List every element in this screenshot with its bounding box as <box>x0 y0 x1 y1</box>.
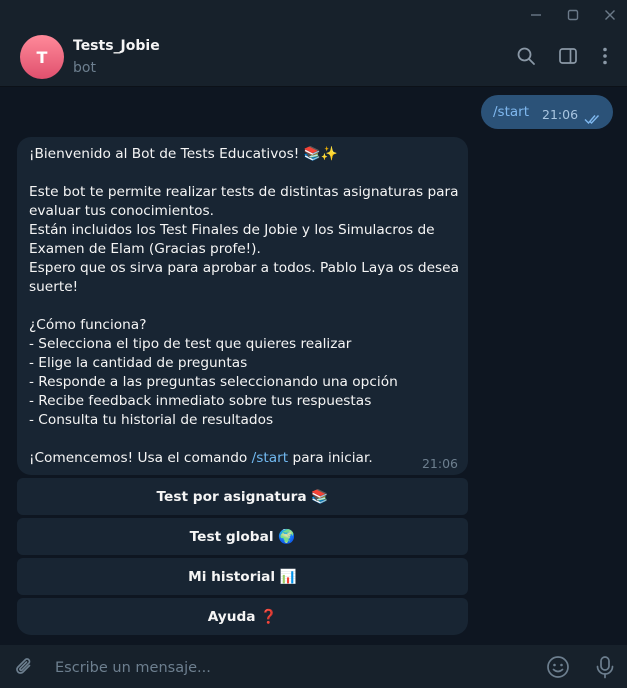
message-line: - Consulta tu historial de resultados <box>29 412 274 428</box>
paperclip-icon[interactable] <box>13 655 37 679</box>
incoming-message[interactable]: ¡Bienvenido al Bot de Tests Educativos! … <box>17 137 468 475</box>
message-time: 21:06 <box>421 456 458 471</box>
microphone-icon[interactable] <box>593 655 617 679</box>
keyboard-button-mi-historial[interactable]: Mi historial 📊 <box>17 558 468 595</box>
message-line: ¡Bienvenido al Bot de Tests Educativos! … <box>29 146 338 162</box>
message-line: Este bot te permite realizar tests de di… <box>29 184 459 200</box>
message-line: Examen de Elam (Gracias profe!). <box>29 241 261 257</box>
avatar-letter: T <box>36 47 48 67</box>
message-line: Espero que os sirva para aprobar a todos… <box>29 260 459 276</box>
chat-header: T Tests_Jobie bot <box>0 30 627 87</box>
sidebar-toggle-icon[interactable] <box>556 44 580 68</box>
message-line: - Elige la cantidad de preguntas <box>29 355 248 371</box>
message-input[interactable] <box>53 656 527 680</box>
more-vertical-icon[interactable] <box>593 44 617 68</box>
minimize-icon[interactable] <box>519 0 553 30</box>
message-line: suerte! <box>29 279 79 295</box>
message-text: /start <box>493 104 529 120</box>
button-label: Mi historial 📊 <box>188 568 297 585</box>
button-label: Test global 🌍 <box>189 528 296 545</box>
message-line: - Responde a las preguntas seleccionando… <box>29 374 398 390</box>
message-line: - Selecciona el tipo de test que quieres… <box>29 336 352 352</box>
message-line: Están incluidos los Test Finales de Jobi… <box>29 222 435 238</box>
search-icon[interactable] <box>514 44 538 68</box>
avatar[interactable]: T <box>20 35 64 79</box>
message-line: ¿Cómo funciona? <box>29 317 147 333</box>
message-line: evaluar tus conocimientos. <box>29 203 215 219</box>
window-titlebar <box>0 0 627 30</box>
keyboard-button-test-global[interactable]: Test global 🌍 <box>17 518 468 555</box>
message-list[interactable]: /start 21:06 ¡Bienvenido al Bot de Tests… <box>0 87 627 644</box>
message-composer <box>0 645 627 688</box>
message-text: para iniciar. <box>288 450 373 466</box>
keyboard-button-test-por-asignatura[interactable]: Test por asignatura 📚 <box>17 478 468 515</box>
close-icon[interactable] <box>593 0 627 30</box>
button-label: Ayuda ❓ <box>207 608 278 625</box>
message-line: - Recibe feedback inmediato sobre tus re… <box>29 393 372 409</box>
double-check-icon <box>584 109 602 128</box>
chat-title[interactable]: Tests_Jobie <box>73 38 160 54</box>
message-line-final: ¡Comencemos! Usa el comando /start para … <box>29 450 373 466</box>
maximize-icon[interactable] <box>556 0 590 30</box>
command-link-start[interactable]: /start <box>252 450 289 466</box>
chat-status: bot <box>73 60 96 76</box>
message-text: ¡Comencemos! Usa el comando <box>29 450 252 466</box>
message-time: 21:06 <box>542 107 579 122</box>
emoji-icon[interactable] <box>546 655 570 679</box>
button-label: Test por asignatura 📚 <box>156 488 329 505</box>
keyboard-button-ayuda[interactable]: Ayuda ❓ <box>17 598 468 635</box>
outgoing-message[interactable]: /start 21:06 <box>481 95 613 129</box>
